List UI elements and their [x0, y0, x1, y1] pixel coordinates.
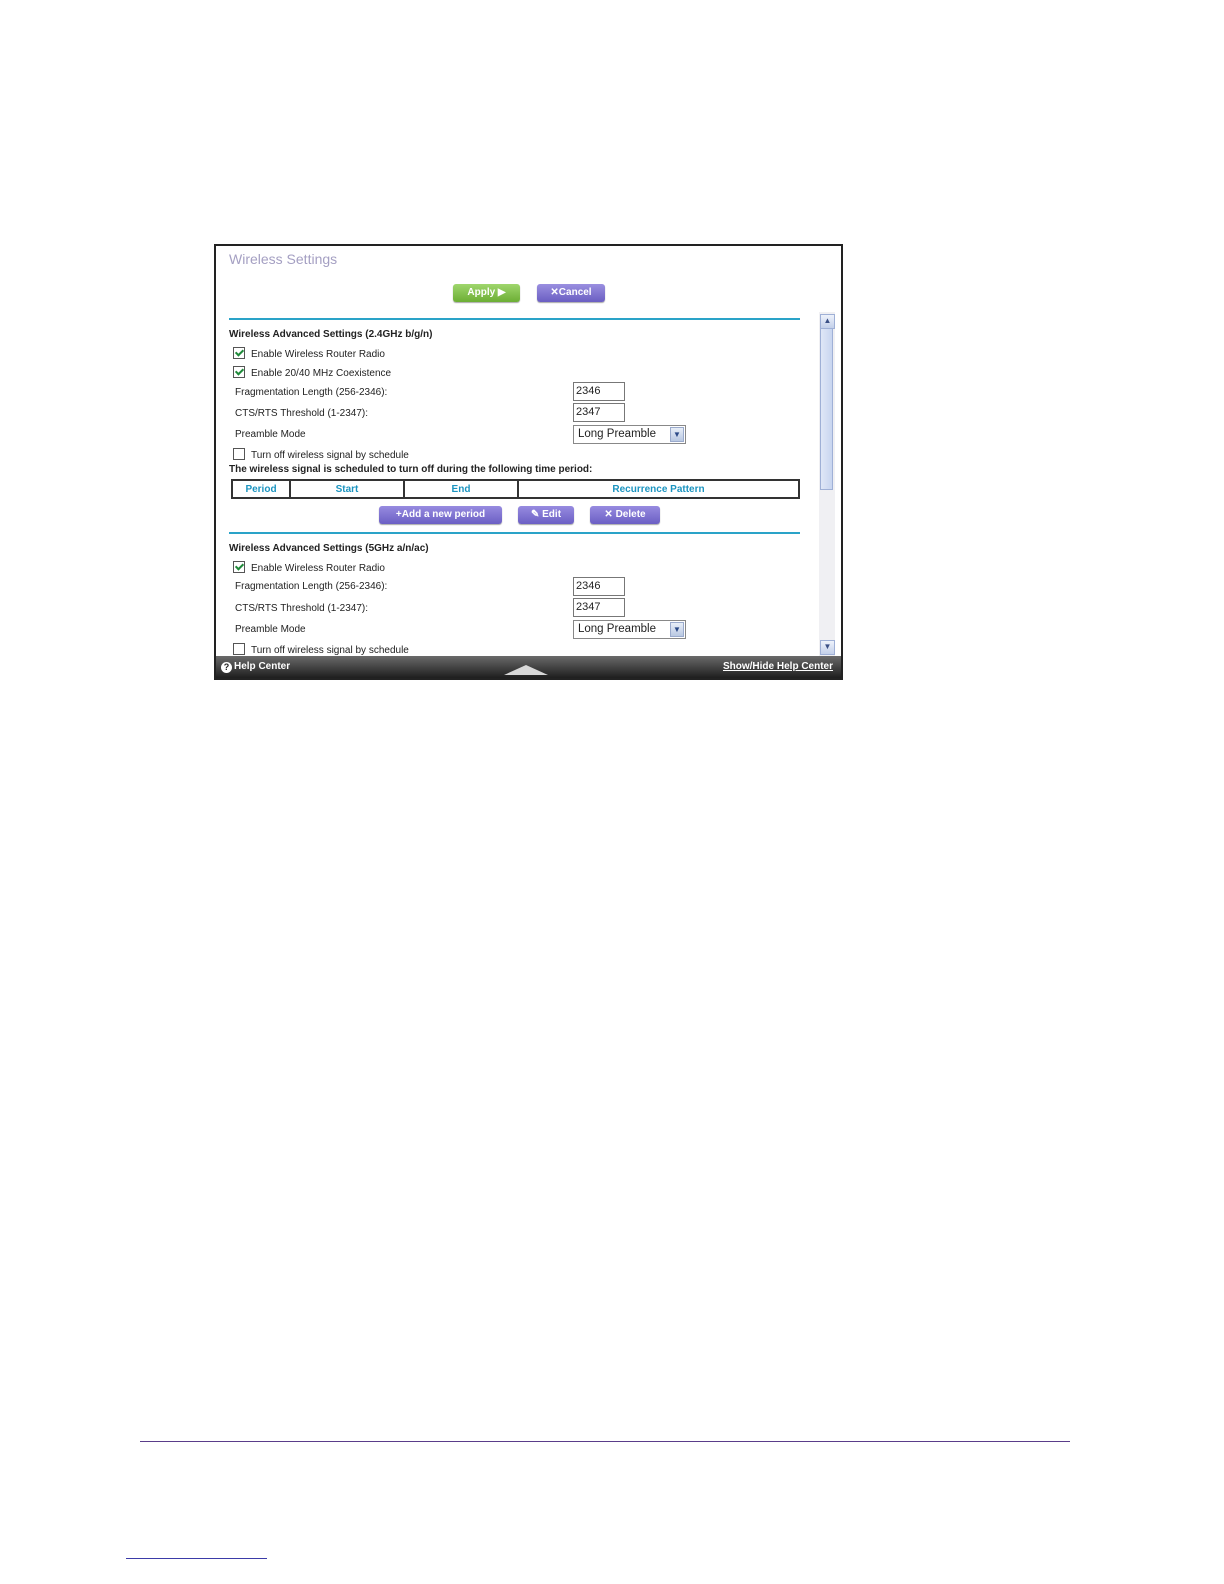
delete-button[interactable]: ✕ Delete	[590, 506, 660, 524]
enable-radio-5-label: Enable Wireless Router Radio	[251, 563, 385, 574]
help-center-link[interactable]: ? Help Center	[221, 661, 290, 673]
col-end: End	[403, 479, 519, 499]
edit-label: Edit	[542, 509, 562, 520]
coexistence-row[interactable]: Enable 20/40 MHz Coexistence	[233, 366, 391, 380]
enable-radio-24-label: Enable Wireless Router Radio	[251, 349, 385, 360]
col-period: Period	[231, 479, 291, 499]
help-icon: ?	[221, 662, 232, 673]
expand-arrow-icon[interactable]	[504, 665, 548, 675]
section-divider	[229, 318, 800, 320]
edit-button[interactable]: ✎ Edit	[518, 506, 574, 524]
preamble-value-5: Long Preamble	[578, 623, 656, 635]
preamble-label-5: Preamble Mode	[235, 624, 306, 635]
col-start: Start	[289, 479, 405, 499]
footer-link-underline[interactable]	[126, 1558, 267, 1559]
show-hide-help-link[interactable]: Show/Hide Help Center	[723, 661, 833, 672]
scroll-up-icon[interactable]: ▲	[820, 314, 835, 329]
cancel-label: Cancel	[558, 287, 592, 298]
vertical-scrollbar[interactable]: ▲ ▼	[819, 312, 835, 656]
schedule-5-checkbox[interactable]	[233, 643, 245, 655]
help-center-bar: ? Help Center Show/Hide Help Center	[216, 656, 841, 678]
page-title: Wireless Settings	[229, 251, 338, 267]
chevron-down-icon[interactable]: ▼	[670, 427, 684, 442]
cts-threshold-input-5[interactable]: 2347	[573, 598, 625, 617]
help-center-label: Help Center	[234, 661, 291, 672]
cancel-button[interactable]: ✕Cancel	[537, 284, 605, 302]
enable-radio-5-row[interactable]: Enable Wireless Router Radio	[233, 561, 385, 575]
pencil-icon: ✎	[530, 509, 543, 520]
delete-label: Delete	[615, 509, 646, 520]
schedule-24-label: Turn off wireless signal by schedule	[251, 450, 409, 461]
scroll-down-icon[interactable]: ▼	[820, 640, 835, 655]
preamble-select-24[interactable]: Long Preamble ▼	[573, 425, 686, 444]
frag-length-input-5[interactable]: 2346	[573, 577, 625, 596]
enable-radio-5-checkbox[interactable]	[233, 561, 245, 573]
scrollbar-thumb[interactable]	[820, 328, 833, 490]
schedule-note: The wireless signal is scheduled to turn…	[229, 464, 593, 475]
schedule-24-checkbox[interactable]	[233, 448, 245, 460]
wireless-settings-window: Wireless Settings Apply ▶ ✕Cancel Wirele…	[214, 244, 843, 680]
schedule-5-row[interactable]: Turn off wireless signal by schedule	[233, 643, 409, 656]
schedule-5-label: Turn off wireless signal by schedule	[251, 645, 409, 656]
frag-length-label-24: Fragmentation Length (256-2346):	[235, 387, 388, 398]
chevron-down-icon[interactable]: ▼	[670, 622, 684, 637]
frag-length-label-5: Fragmentation Length (256-2346):	[235, 581, 388, 592]
schedule-table: Period Start End Recurrence Pattern	[231, 479, 800, 499]
footer-divider	[140, 1441, 1070, 1442]
preamble-select-5[interactable]: Long Preamble ▼	[573, 620, 686, 639]
cts-threshold-label-24: CTS/RTS Threshold (1-2347):	[235, 408, 369, 419]
cts-threshold-label-5: CTS/RTS Threshold (1-2347):	[235, 603, 369, 614]
preamble-value-24: Long Preamble	[578, 428, 656, 440]
schedule-24-row[interactable]: Turn off wireless signal by schedule	[233, 448, 409, 462]
close-icon: ✕	[604, 509, 616, 520]
section-divider	[229, 532, 800, 534]
coexistence-label: Enable 20/40 MHz Coexistence	[251, 368, 392, 379]
section-title-5ghz: Wireless Advanced Settings (5GHz a/n/ac)	[229, 543, 429, 554]
enable-radio-24-row[interactable]: Enable Wireless Router Radio	[233, 347, 385, 361]
add-period-label: Add a new period	[401, 509, 486, 520]
frag-length-input-24[interactable]: 2346	[573, 382, 625, 401]
cts-threshold-input-24[interactable]: 2347	[573, 403, 625, 422]
close-icon: ✕	[550, 287, 559, 298]
add-period-button[interactable]: +Add a new period	[379, 506, 502, 524]
preamble-label-24: Preamble Mode	[235, 429, 306, 440]
col-recurrence: Recurrence Pattern	[517, 479, 800, 499]
settings-scroll-area: Wireless Advanced Settings (2.4GHz b/g/n…	[216, 312, 818, 656]
section-title-24ghz: Wireless Advanced Settings (2.4GHz b/g/n…	[229, 329, 433, 340]
coexistence-checkbox[interactable]	[233, 366, 245, 378]
enable-radio-24-checkbox[interactable]	[233, 347, 245, 359]
apply-button[interactable]: Apply ▶	[453, 284, 520, 302]
